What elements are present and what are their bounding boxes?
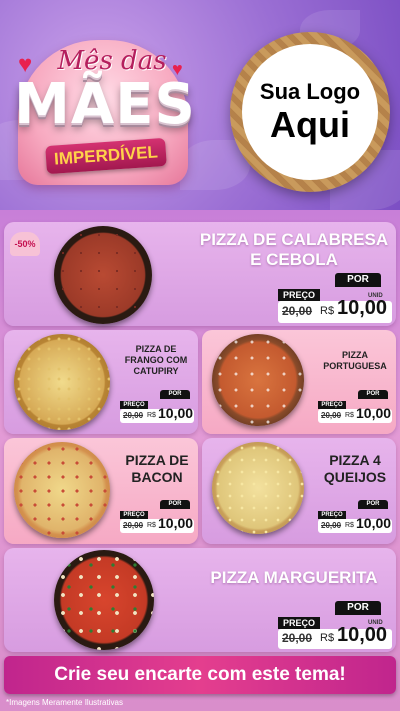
product-name-line: CATUPIRY bbox=[133, 366, 179, 376]
unit-label: UNID bbox=[368, 293, 383, 299]
product-name-marguerita: PIZZA MARGUERITA bbox=[196, 568, 392, 588]
price-value: 10,00 bbox=[337, 624, 388, 646]
pizza-image-marguerita bbox=[54, 550, 154, 650]
product-name-frango: PIZZA DE FRANGO COM CATUPIRY bbox=[116, 344, 196, 377]
preco-label: PREÇO bbox=[278, 289, 320, 301]
old-price: 20,00 bbox=[282, 304, 313, 318]
product-name-line: PIZZA bbox=[342, 350, 368, 360]
product-name-line: E CEBOLA bbox=[250, 250, 338, 269]
por-label: POR bbox=[358, 500, 388, 509]
old-price: 20,00 bbox=[321, 521, 342, 530]
price-value: 10,00 bbox=[356, 515, 392, 531]
product-name-4-queijos: PIZZA 4 QUEIJOS bbox=[316, 452, 394, 486]
price-value: 10,00 bbox=[158, 515, 194, 531]
product-name-bacon: PIZZA DE BACON bbox=[118, 452, 196, 486]
pizza-image-frango bbox=[14, 334, 110, 430]
preco-label: PREÇO bbox=[318, 401, 346, 409]
product-name-line: PORTUGUESA bbox=[323, 361, 387, 371]
product-name-line: QUEIJOS bbox=[323, 469, 387, 485]
pizza-image-bacon bbox=[14, 442, 110, 538]
product-name-line: PIZZA DE bbox=[125, 452, 189, 468]
pizza-image-portuguesa bbox=[212, 334, 304, 426]
logo-placeholder[interactable]: Sua Logo Aqui bbox=[230, 32, 390, 192]
por-label: POR bbox=[160, 390, 190, 399]
por-label: POR bbox=[358, 390, 388, 399]
product-name-line: PIZZA DE CALABRESA bbox=[199, 230, 389, 249]
product-name-line: PIZZA MARGUERITA bbox=[210, 568, 378, 587]
product-name-line: PIZZA 4 bbox=[329, 452, 381, 468]
cta-banner[interactable]: Crie seu encarte com este tema! bbox=[4, 656, 396, 694]
product-name-line: BACON bbox=[131, 469, 183, 485]
old-price: 20,00 bbox=[282, 631, 313, 645]
discount-badge: -50% bbox=[10, 232, 40, 256]
price-value: 10,00 bbox=[356, 405, 392, 421]
preco-label: PREÇO bbox=[120, 511, 148, 519]
currency-symbol: R$ bbox=[147, 412, 156, 419]
unit-label: UNID bbox=[368, 620, 383, 626]
currency-symbol: R$ bbox=[320, 305, 335, 317]
price-value: 10,00 bbox=[158, 405, 194, 421]
old-price: 20,00 bbox=[123, 521, 144, 530]
header-banner: ♥ ♥ Mês das MÃES IMPERDÍVEL Sua Logo Aqu… bbox=[0, 0, 400, 210]
currency-symbol: R$ bbox=[345, 412, 354, 419]
logo-text-line1: Sua Logo bbox=[259, 79, 361, 104]
por-label: POR bbox=[335, 601, 381, 615]
title-maes: MÃES bbox=[14, 72, 196, 137]
price-value: 10,00 bbox=[337, 297, 388, 319]
pizza-image-4-queijos bbox=[212, 442, 304, 534]
product-name-portuguesa: PIZZA PORTUGUESA bbox=[318, 350, 392, 372]
preco-label: PREÇO bbox=[318, 511, 346, 519]
old-price: 20,00 bbox=[321, 411, 342, 420]
logo-text-line2: Aqui bbox=[270, 104, 350, 145]
preco-label: PREÇO bbox=[120, 401, 148, 409]
product-name-line: FRANGO COM bbox=[124, 355, 188, 365]
currency-symbol: R$ bbox=[320, 632, 335, 644]
product-name-line: PIZZA DE bbox=[135, 344, 177, 354]
por-label: POR bbox=[335, 273, 381, 287]
currency-symbol: R$ bbox=[345, 522, 354, 529]
preco-label: PREÇO bbox=[278, 617, 320, 629]
por-label: POR bbox=[160, 500, 190, 509]
product-name-calabresa: PIZZA DE CALABRESA E CEBOLA bbox=[196, 230, 392, 270]
footer-note: *Imagens Meramente Ilustrativas bbox=[6, 698, 123, 707]
currency-symbol: R$ bbox=[147, 522, 156, 529]
old-price: 20,00 bbox=[123, 411, 144, 420]
pizza-image-calabresa bbox=[54, 226, 152, 324]
